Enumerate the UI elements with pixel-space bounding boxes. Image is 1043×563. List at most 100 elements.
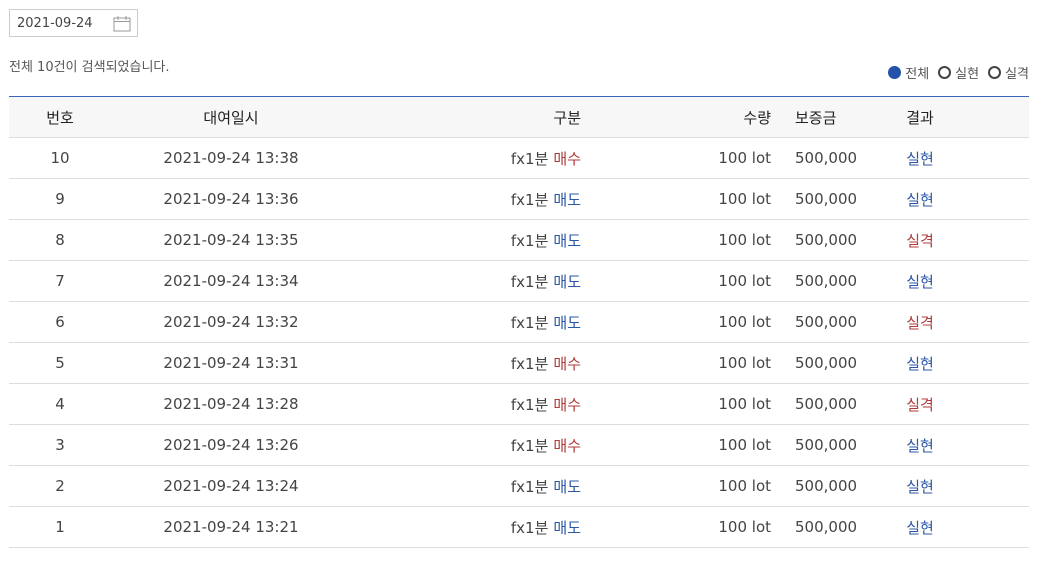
cell-deposit: 500,000 bbox=[771, 301, 857, 343]
product-label: fx1분 bbox=[510, 477, 549, 496]
cell-quantity: 100 lot bbox=[597, 301, 771, 343]
cell-datetime: 2021-09-24 13:28 bbox=[111, 383, 351, 425]
cell-quantity: 100 lot bbox=[597, 219, 771, 261]
cell-quantity: 100 lot bbox=[597, 342, 771, 384]
cell-datetime: 2021-09-24 13:21 bbox=[111, 506, 351, 548]
header-deposit: 보증금 bbox=[795, 108, 837, 127]
table-header-row: 번호 대여일시 구분 수량 보증금 결과 bbox=[9, 96, 1029, 138]
calendar-icon[interactable] bbox=[113, 15, 131, 32]
cell-deposit: 500,000 bbox=[771, 219, 857, 261]
table-row[interactable]: 1 2021-09-24 13:21 fx1분 매도 100 lot 500,000 실현 bbox=[9, 506, 1029, 548]
table-row[interactable]: 2 2021-09-24 13:24 fx1분 매도 100 lot 500,000 실현 bbox=[9, 465, 1029, 507]
side-label: 매도 bbox=[553, 477, 581, 496]
filter-realized[interactable]: 실현 bbox=[938, 63, 979, 82]
cell-number: 6 bbox=[9, 301, 111, 343]
cell-kind: fx1분 매도 bbox=[351, 301, 597, 343]
side-label: 매도 bbox=[553, 518, 581, 537]
date-value: 2021-09-24 bbox=[17, 16, 93, 31]
cell-datetime: 2021-09-24 13:32 bbox=[111, 301, 351, 343]
cell-kind: fx1분 매도 bbox=[351, 178, 597, 220]
header-datetime: 대여일시 bbox=[203, 108, 259, 127]
filter-all[interactable]: 전체 bbox=[888, 63, 929, 82]
filter-label: 전체 bbox=[905, 67, 930, 82]
result-filter-group: 전체 실현 실격 bbox=[879, 63, 1029, 82]
filter-label: 실격 bbox=[1005, 67, 1029, 82]
table-row[interactable]: 4 2021-09-24 13:28 fx1분 매수 100 lot 500,000 실격 bbox=[9, 383, 1029, 425]
table-row[interactable]: 9 2021-09-24 13:36 fx1분 매도 100 lot 500,000 실현 bbox=[9, 178, 1029, 220]
cell-quantity: 100 lot bbox=[597, 465, 771, 507]
product-label: fx1분 bbox=[510, 436, 549, 455]
cell-kind: fx1분 매도 bbox=[351, 506, 597, 548]
side-label: 매수 bbox=[553, 149, 581, 168]
radio-icon[interactable] bbox=[988, 66, 1002, 79]
cell-number: 9 bbox=[9, 178, 111, 220]
product-label: fx1분 bbox=[510, 231, 549, 250]
product-label: fx1분 bbox=[510, 190, 549, 209]
cell-number: 8 bbox=[9, 219, 111, 261]
cell-deposit: 500,000 bbox=[771, 342, 857, 384]
cell-datetime: 2021-09-24 13:24 bbox=[111, 465, 351, 507]
cell-datetime: 2021-09-24 13:38 bbox=[111, 137, 351, 179]
radio-selected-icon[interactable] bbox=[888, 66, 902, 79]
cell-number: 1 bbox=[9, 506, 111, 548]
side-label: 매도 bbox=[553, 313, 581, 332]
header-kind: 구분 bbox=[553, 108, 581, 127]
cell-number: 2 bbox=[9, 465, 111, 507]
history-table: 번호 대여일시 구분 수량 보증금 결과 10 2021-09-24 13:38 f… bbox=[9, 96, 1029, 548]
side-label: 매도 bbox=[553, 272, 581, 291]
history-table-container: 번호 대여일시 구분 수량 보증금 결과 10 2021-09-24 13:38 f… bbox=[9, 96, 1029, 548]
cell-kind: fx1분 매도 bbox=[351, 260, 597, 302]
cell-kind: fx1분 매수 bbox=[351, 342, 597, 384]
cell-kind: fx1분 매수 bbox=[351, 424, 597, 466]
table-row[interactable]: 3 2021-09-24 13:26 fx1분 매수 100 lot 500,000 실현 bbox=[9, 424, 1029, 466]
cell-kind: fx1분 매도 bbox=[351, 219, 597, 261]
cell-deposit: 500,000 bbox=[771, 383, 857, 425]
cell-datetime: 2021-09-24 13:34 bbox=[111, 260, 351, 302]
side-label: 매수 bbox=[553, 395, 581, 414]
product-label: fx1분 bbox=[510, 272, 549, 291]
cell-deposit: 500,000 bbox=[771, 506, 857, 548]
table-row[interactable]: 5 2021-09-24 13:31 fx1분 매수 100 lot 500,000 실현 bbox=[9, 342, 1029, 384]
cell-quantity: 100 lot bbox=[597, 260, 771, 302]
cell-deposit: 500,000 bbox=[771, 178, 857, 220]
cell-number: 5 bbox=[9, 342, 111, 384]
cell-datetime: 2021-09-24 13:36 bbox=[111, 178, 351, 220]
filter-label: 실현 bbox=[955, 67, 980, 82]
cell-kind: fx1분 매수 bbox=[351, 383, 597, 425]
cell-deposit: 500,000 bbox=[771, 260, 857, 302]
side-label: 매수 bbox=[553, 436, 581, 455]
product-label: fx1분 bbox=[510, 354, 549, 373]
product-label: fx1분 bbox=[510, 395, 549, 414]
table-row[interactable]: 6 2021-09-24 13:32 fx1분 매도 100 lot 500,000 실격 bbox=[9, 301, 1029, 343]
product-label: fx1분 bbox=[510, 149, 549, 168]
cell-deposit: 500,000 bbox=[771, 465, 857, 507]
cell-quantity: 100 lot bbox=[597, 137, 771, 179]
side-label: 매도 bbox=[553, 231, 581, 250]
side-label: 매수 bbox=[553, 354, 581, 373]
cell-quantity: 100 lot bbox=[597, 178, 771, 220]
cell-deposit: 500,000 bbox=[771, 424, 857, 466]
cell-quantity: 100 lot bbox=[597, 424, 771, 466]
date-picker[interactable]: 2021-09-24 bbox=[9, 9, 138, 37]
product-label: fx1분 bbox=[510, 313, 549, 332]
cell-datetime: 2021-09-24 13:31 bbox=[111, 342, 351, 384]
table-row[interactable]: 10 2021-09-24 13:38 fx1분 매수 100 lot 500,000 실현 bbox=[9, 137, 1029, 179]
filter-disqualified[interactable]: 실격 bbox=[988, 63, 1029, 82]
header-result: 결과 bbox=[906, 108, 934, 127]
cell-kind: fx1분 매수 bbox=[351, 137, 597, 179]
cell-deposit: 500,000 bbox=[771, 137, 857, 179]
result-count: 전체 10건이 검색되었습니다. bbox=[9, 60, 170, 75]
cell-number: 10 bbox=[9, 137, 111, 179]
header-number: 번호 bbox=[46, 108, 74, 127]
cell-kind: fx1분 매도 bbox=[351, 465, 597, 507]
cell-quantity: 100 lot bbox=[597, 383, 771, 425]
table-row[interactable]: 7 2021-09-24 13:34 fx1분 매도 100 lot 500,000 실현 bbox=[9, 260, 1029, 302]
cell-number: 3 bbox=[9, 424, 111, 466]
cell-datetime: 2021-09-24 13:26 bbox=[111, 424, 351, 466]
radio-icon[interactable] bbox=[938, 66, 952, 79]
table-row[interactable]: 8 2021-09-24 13:35 fx1분 매도 100 lot 500,000 실격 bbox=[9, 219, 1029, 261]
side-label: 매도 bbox=[553, 190, 581, 209]
header-quantity: 수량 bbox=[743, 108, 771, 127]
cell-quantity: 100 lot bbox=[597, 506, 771, 548]
cell-number: 7 bbox=[9, 260, 111, 302]
